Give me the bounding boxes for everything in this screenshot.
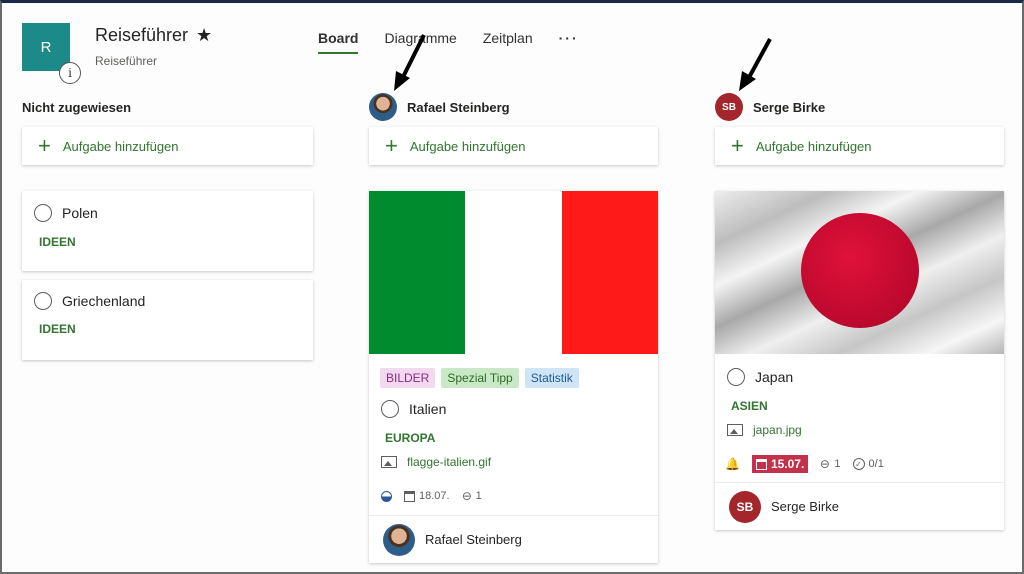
attachment-count-text: 1 <box>834 458 841 470</box>
checklist-count: ✓ 0/1 <box>852 458 884 470</box>
add-task-button[interactable]: + Aufgabe hinzufügen <box>22 127 313 165</box>
task-card-japan[interactable]: Japan ASIEN japan.jpg 🔔 15.07. ⊘ 1 ✓ 0/1… <box>715 191 1004 530</box>
image-icon <box>381 456 397 468</box>
task-title-row: Polen <box>34 204 98 222</box>
assignee-footer[interactable]: SB Serge Birke <box>715 482 1004 530</box>
plus-icon: + <box>731 133 744 158</box>
checklist-text: 0/1 <box>868 458 884 470</box>
bucket-label: ASIEN <box>731 399 768 413</box>
attachment-row[interactable]: japan.jpg <box>727 423 802 437</box>
column-title: Serge Birke <box>753 99 826 115</box>
bucket-label: IDEEN <box>39 322 76 336</box>
task-title: Japan <box>755 369 794 385</box>
paperclip-icon: ⊘ <box>816 455 834 473</box>
checklist-icon: ✓ <box>852 458 865 470</box>
column-header-serge[interactable]: SB Serge Birke <box>715 93 826 121</box>
column-title: Rafael Steinberg <box>407 99 510 115</box>
due-date: 18.07. <box>404 490 450 502</box>
due-date-text: 15.07. <box>770 457 805 471</box>
bucket-label: IDEEN <box>39 235 76 249</box>
star-icon[interactable]: ★ <box>196 25 212 46</box>
tab-zeitplan[interactable]: Zeitplan <box>483 30 533 54</box>
view-tabs: Board Diagramme Zeitplan ··· <box>318 30 579 54</box>
tab-board[interactable]: Board <box>318 30 359 54</box>
italy-flag-image <box>369 191 658 354</box>
paperclip-icon: ⊘ <box>458 487 476 505</box>
due-date-overdue: 15.07. <box>751 455 809 473</box>
task-title: Italien <box>409 401 447 417</box>
attachment-name: flagge-italien.gif <box>407 455 492 469</box>
complete-task-checkbox[interactable] <box>34 204 52 222</box>
task-card-griechenland[interactable]: Griechenland IDEEN <box>22 280 313 360</box>
add-task-button[interactable]: + Aufgabe hinzufügen <box>369 127 658 165</box>
label-bilder: BILDER <box>380 368 436 388</box>
attachment-count: ⊘ 1 <box>816 455 841 473</box>
column-title: Nicht zugewiesen <box>22 99 132 115</box>
assignee-name: Serge Birke <box>771 499 839 514</box>
task-title-row: Griechenland <box>34 292 145 310</box>
attachment-row[interactable]: flagge-italien.gif <box>381 455 491 469</box>
calendar-icon <box>404 490 415 502</box>
japan-flag-image <box>715 191 1004 354</box>
arrow-icon <box>739 38 772 91</box>
plus-icon: + <box>385 133 398 158</box>
label-list: BILDER Spezial Tipp Statistik <box>380 368 579 388</box>
plus-icon: + <box>38 133 51 158</box>
plan-initial: R <box>40 38 52 56</box>
add-task-label: Aufgabe hinzufügen <box>62 138 179 154</box>
due-date-text: 18.07. <box>419 490 450 502</box>
info-icon[interactable]: i <box>59 62 81 84</box>
bell-icon: 🔔 <box>725 457 740 471</box>
image-icon <box>727 424 743 436</box>
arrow-icon <box>394 34 426 91</box>
plan-title: Reiseführer ★ <box>95 25 212 46</box>
task-meta-row: 18.07. ⊘ 1 <box>381 487 482 505</box>
column-header-rafael[interactable]: Rafael Steinberg <box>369 93 510 121</box>
bucket-label: EUROPA <box>385 431 436 445</box>
complete-task-checkbox[interactable] <box>34 292 52 310</box>
calendar-icon <box>755 458 767 470</box>
attachment-count-text: 1 <box>475 490 482 502</box>
complete-task-checkbox[interactable] <box>727 368 745 386</box>
task-title: Griechenland <box>62 293 146 309</box>
avatar: SB <box>715 93 743 121</box>
add-task-label: Aufgabe hinzufügen <box>409 138 526 154</box>
task-card-polen[interactable]: Polen IDEEN <box>22 191 313 271</box>
progress-icon <box>381 490 392 502</box>
attachment-name: japan.jpg <box>753 423 802 437</box>
task-title-row: Japan <box>727 368 793 386</box>
plan-subtitle: Reiseführer <box>95 54 158 68</box>
avatar: SB <box>729 490 761 523</box>
avatar <box>369 93 397 121</box>
label-statistik: Statistik <box>524 368 579 388</box>
assignee-footer[interactable]: Rafael Steinberg <box>369 515 658 563</box>
more-icon[interactable]: ··· <box>559 30 579 54</box>
label-spezial-tipp: Spezial Tipp <box>441 368 519 388</box>
task-card-italien[interactable]: BILDER Spezial Tipp Statistik Italien EU… <box>369 191 658 563</box>
plan-title-text: Reiseführer <box>95 25 189 45</box>
column-header-unassigned[interactable]: Nicht zugewiesen <box>22 95 131 119</box>
avatar <box>383 523 415 556</box>
add-task-label: Aufgabe hinzufügen <box>755 138 872 154</box>
task-title: Polen <box>62 205 98 221</box>
complete-task-checkbox[interactable] <box>381 400 399 418</box>
task-meta-row: 🔔 15.07. ⊘ 1 ✓ 0/1 <box>725 455 884 473</box>
assignee-name: Rafael Steinberg <box>425 532 522 547</box>
attachment-count: ⊘ 1 <box>458 487 482 504</box>
planner-window: R i Reiseführer ★ Reiseführer Board Diag… <box>0 0 1024 574</box>
add-task-button[interactable]: + Aufgabe hinzufügen <box>715 127 1004 165</box>
task-title-row: Italien <box>381 400 446 418</box>
